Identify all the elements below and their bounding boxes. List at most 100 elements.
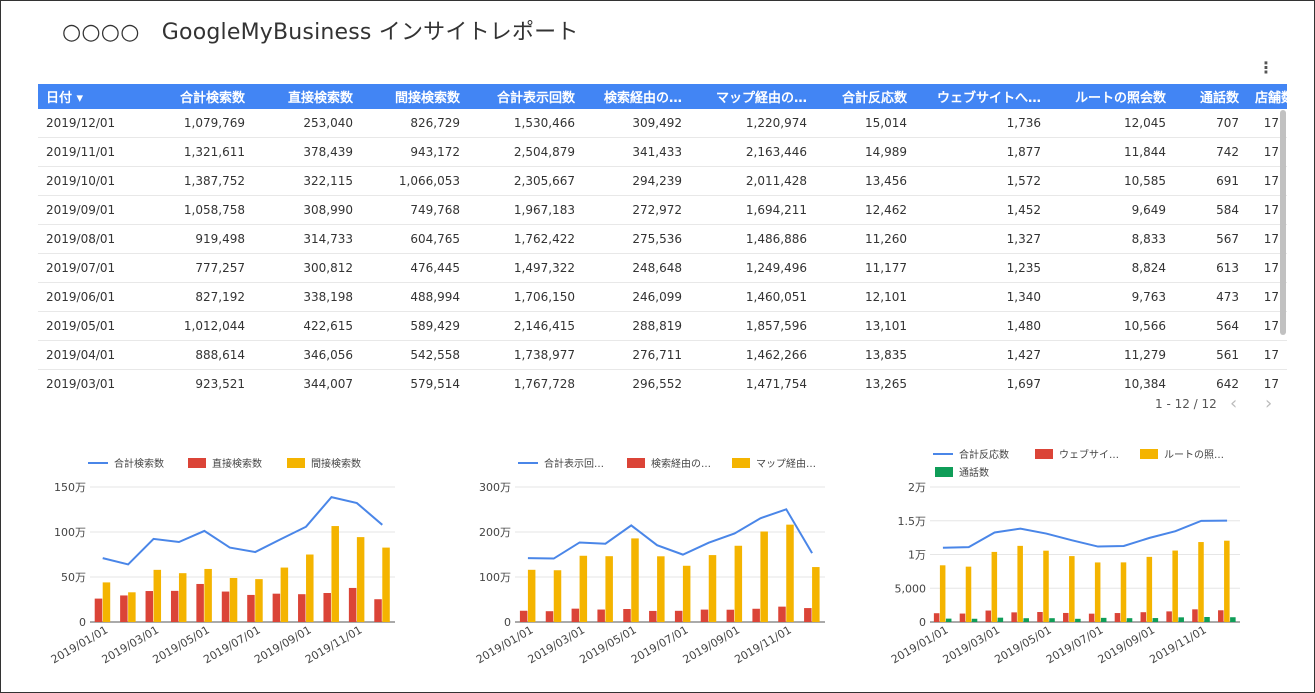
x-tick-label: 2019/11/01 xyxy=(732,623,793,666)
column-header[interactable]: 合計表示回数 xyxy=(468,84,583,109)
column-header[interactable]: 日付 ▾ xyxy=(38,84,143,109)
table-cell: 604,765 xyxy=(361,224,468,254)
table-cell: 10,566 xyxy=(1049,311,1174,341)
insights-table: 日付 ▾ 合計検索数 直接検索数 間接検索数 合計表示回数 検索経由の… マップ経由の… 合計… xyxy=(38,84,1287,397)
table-cell: 1,497,322 xyxy=(468,253,583,283)
report-title: ○○○○ GoogleMyBusiness インサイトレポート xyxy=(62,20,579,45)
legend-bar-swatch xyxy=(627,458,645,468)
x-tick-label: 2019/07/01 xyxy=(629,623,690,666)
bar xyxy=(1037,612,1043,622)
column-header[interactable]: 店舗数 xyxy=(1247,84,1287,109)
bar xyxy=(1198,542,1204,622)
bar xyxy=(145,591,154,622)
table-row[interactable]: 2019/06/01 827,192 338,198 488,994 1,706,150… xyxy=(38,282,1287,312)
legend-label: ルートの照… xyxy=(1164,449,1224,461)
table-row[interactable]: 2019/09/01 1,058,758 308,990 749,768 1,967,1… xyxy=(38,195,1287,225)
column-header[interactable]: 合計検索数 xyxy=(143,84,253,109)
column-header[interactable]: 通話数 xyxy=(1174,84,1247,109)
bar xyxy=(102,582,111,622)
column-header[interactable]: マップ経由の… xyxy=(690,84,815,109)
x-tick-label: 2019/09/01 xyxy=(252,623,313,666)
table-cell: 338,198 xyxy=(253,282,361,312)
table-cell: 272,972 xyxy=(583,195,690,225)
table-cell: 691 xyxy=(1174,166,1247,196)
column-header[interactable]: 検索経由の… xyxy=(583,84,690,109)
table-cell: 11,279 xyxy=(1049,340,1174,370)
bar xyxy=(657,556,665,622)
x-tick-label: 2019/07/01 xyxy=(201,623,262,666)
table-cell: 11,844 xyxy=(1049,137,1174,167)
table-cell: 584 xyxy=(1174,195,1247,225)
table-row[interactable]: 2019/03/01 923,521 344,007 579,514 1,767,728… xyxy=(38,369,1287,397)
table-cell: 827,192 xyxy=(143,282,253,312)
next-page-icon[interactable]: › xyxy=(1265,393,1272,414)
legend-label: 合計反応数 xyxy=(959,448,1009,461)
table-cell: 11,260 xyxy=(815,224,915,254)
bar xyxy=(1204,616,1210,622)
bar xyxy=(1094,562,1101,622)
legend-bar-swatch xyxy=(1035,449,1053,459)
table-row[interactable]: 2019/10/01 1,387,752 322,115 1,066,053 2,305… xyxy=(38,166,1287,196)
y-tick-label: 0 xyxy=(79,616,86,629)
table-row[interactable]: 2019/08/01 919,498 314,733 604,765 1,762,422… xyxy=(38,224,1287,254)
column-header[interactable]: ウェブサイトへ… xyxy=(915,84,1049,109)
bar xyxy=(272,593,281,622)
column-header[interactable]: 合計反応数 xyxy=(815,84,915,109)
table-cell: 13,265 xyxy=(815,369,915,397)
table-cell: 1,235 xyxy=(915,253,1049,283)
bar xyxy=(1069,556,1075,622)
bar xyxy=(1011,612,1017,622)
bar xyxy=(752,608,760,622)
bar xyxy=(356,537,365,622)
bar xyxy=(812,567,820,622)
bar xyxy=(1178,617,1184,622)
table-cell: 1,767,728 xyxy=(468,369,583,397)
table-cell: 1,738,977 xyxy=(468,340,583,370)
bar xyxy=(991,551,998,622)
bar xyxy=(280,567,289,622)
bar xyxy=(1218,610,1224,622)
table-cell: 1,967,183 xyxy=(468,195,583,225)
table-cell: 488,994 xyxy=(361,282,468,312)
bar xyxy=(1152,618,1159,622)
column-header[interactable]: 直接検索数 xyxy=(253,84,361,109)
table-cell: 13,456 xyxy=(815,166,915,196)
bar xyxy=(1063,612,1069,622)
legend-label: 合計検索数 xyxy=(114,457,164,470)
table-cell: 422,615 xyxy=(253,311,361,341)
bar xyxy=(985,610,992,622)
table-row[interactable]: 2019/07/01 777,257 300,812 476,445 1,497,322… xyxy=(38,253,1287,283)
x-tick-label: 2019/03/01 xyxy=(941,623,1002,666)
table-cell: 14,989 xyxy=(815,137,915,167)
bar xyxy=(708,555,717,622)
column-header[interactable]: 間接検索数 xyxy=(361,84,468,109)
x-tick-label: 2019/01/01 xyxy=(889,623,950,666)
more-options-icon[interactable]: ⋮ xyxy=(1258,60,1274,76)
bar xyxy=(939,565,946,622)
legend-label: ウェブサイ… xyxy=(1059,448,1119,461)
table-row[interactable]: 2019/11/01 1,321,611 378,439 943,172 2,504,8… xyxy=(38,137,1287,167)
y-tick-label: 200万 xyxy=(479,526,511,539)
table-cell: 10,585 xyxy=(1049,166,1174,196)
bar xyxy=(623,609,631,622)
table-cell: 1,012,044 xyxy=(143,311,253,341)
table-scrollbar[interactable] xyxy=(1280,110,1286,335)
prev-page-icon[interactable]: ‹ xyxy=(1230,393,1237,414)
x-tick-label: 2019/11/01 xyxy=(1147,623,1208,666)
table-cell: 2019/11/01 xyxy=(38,137,143,167)
table-cell: 1,387,752 xyxy=(143,166,253,196)
bar xyxy=(1017,545,1023,622)
bar xyxy=(700,609,709,622)
y-tick-label: 50万 xyxy=(61,571,86,584)
column-header[interactable]: ルートの照会数 xyxy=(1049,84,1174,109)
table-row[interactable]: 2019/05/01 1,012,044 422,615 589,429 2,146,4… xyxy=(38,311,1287,341)
table-row[interactable]: 2019/04/01 888,614 346,056 542,558 1,738,977… xyxy=(38,340,1287,370)
table-cell: 2019/06/01 xyxy=(38,282,143,312)
table-cell: 826,729 xyxy=(361,109,468,138)
table-cell: 1,079,769 xyxy=(143,109,253,138)
table-cell: 564 xyxy=(1174,311,1247,341)
table-row[interactable]: 2019/12/01 1,079,769 253,040 826,729 1,530,4… xyxy=(38,109,1287,138)
bar xyxy=(331,526,339,622)
table-cell: 1,220,974 xyxy=(690,109,815,138)
legend-label: 直接検索数 xyxy=(212,457,262,470)
